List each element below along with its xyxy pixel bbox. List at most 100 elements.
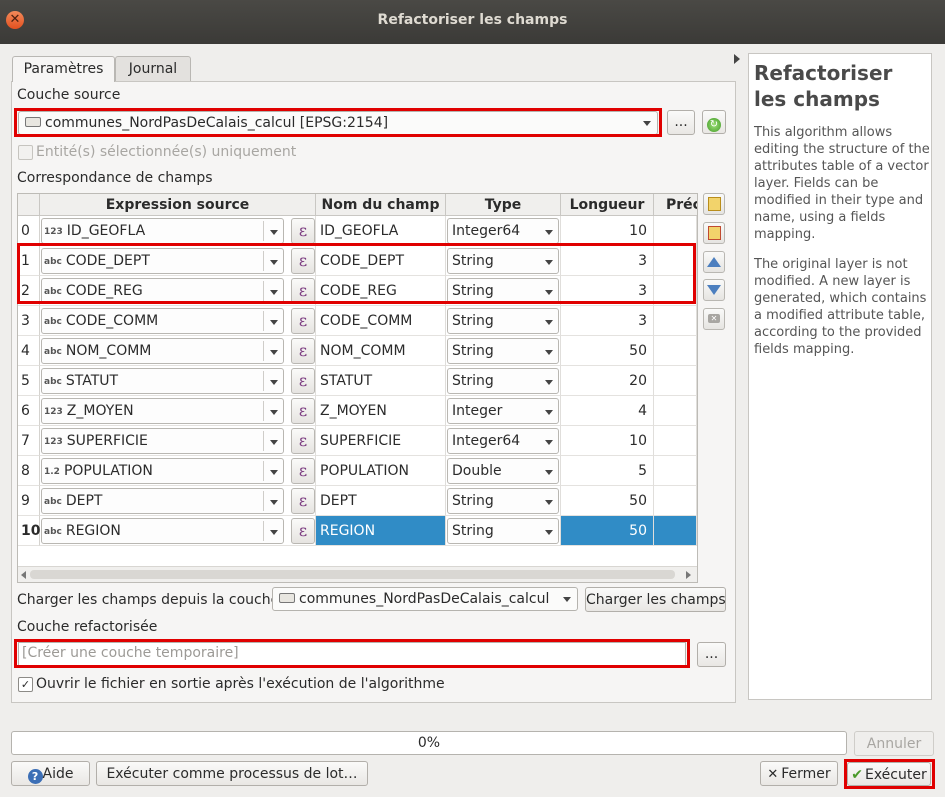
precision-cell[interactable] bbox=[654, 516, 697, 546]
type-combo[interactable]: Integer64 bbox=[447, 428, 559, 454]
length-cell[interactable]: 20 bbox=[561, 366, 654, 396]
expression-builder-button[interactable]: ε bbox=[291, 458, 315, 484]
field-name-cell[interactable]: NOM_COMM bbox=[316, 336, 446, 366]
row-index[interactable]: 5 bbox=[18, 366, 40, 396]
expression-combo[interactable]: 1.2 POPULATION bbox=[41, 458, 284, 484]
expression-builder-button[interactable]: ε bbox=[291, 428, 315, 454]
expression-builder-button[interactable]: ε bbox=[291, 518, 315, 544]
type-combo[interactable]: String bbox=[447, 518, 559, 544]
load-fields-layer-combo[interactable]: communes_NordPasDeCalais_calcul bbox=[272, 587, 578, 611]
length-cell[interactable]: 50 bbox=[561, 516, 654, 546]
precision-cell[interactable] bbox=[654, 426, 697, 456]
length-cell[interactable]: 50 bbox=[561, 486, 654, 516]
scrollbar-thumb[interactable] bbox=[30, 570, 675, 579]
header-name[interactable]: Nom du champ bbox=[316, 194, 446, 216]
expression-combo[interactable]: abc CODE_COMM bbox=[41, 308, 284, 334]
length-cell[interactable]: 50 bbox=[561, 336, 654, 366]
row-index[interactable]: 8 bbox=[18, 456, 40, 486]
expression-builder-button[interactable]: ε bbox=[291, 398, 315, 424]
precision-cell[interactable] bbox=[654, 366, 697, 396]
precision-cell[interactable] bbox=[654, 456, 697, 486]
epsilon-icon: ε bbox=[298, 221, 308, 240]
clear-button[interactable]: ✕ bbox=[703, 308, 725, 330]
expression-value: ID_GEOFLA bbox=[66, 223, 146, 239]
header-expression[interactable]: Expression source bbox=[40, 194, 316, 216]
precision-cell[interactable] bbox=[654, 486, 697, 516]
precision-cell[interactable] bbox=[654, 396, 697, 426]
iterate-button[interactable]: ↻ bbox=[702, 110, 726, 134]
header-precision[interactable]: Préc bbox=[654, 194, 697, 216]
output-browse-button[interactable]: ... bbox=[697, 642, 726, 667]
source-browse-button[interactable]: ... bbox=[667, 110, 695, 135]
row-index[interactable]: 3 bbox=[18, 306, 40, 336]
expression-combo[interactable]: abc REGION bbox=[41, 518, 284, 544]
selected-only-checkbox[interactable] bbox=[18, 145, 33, 160]
field-name-cell[interactable]: REGION bbox=[316, 516, 446, 546]
expression-combo[interactable]: abc NOM_COMM bbox=[41, 338, 284, 364]
expression-builder-button[interactable]: ε bbox=[291, 338, 315, 364]
delete-field-button[interactable] bbox=[703, 222, 725, 244]
move-up-button[interactable] bbox=[703, 251, 725, 273]
row-index[interactable]: 0 bbox=[18, 216, 40, 246]
load-fields-button[interactable]: Charger les champs bbox=[585, 587, 726, 612]
expression-builder-button[interactable]: ε bbox=[291, 218, 315, 244]
precision-cell[interactable] bbox=[654, 336, 697, 366]
row-index[interactable]: 9 bbox=[18, 486, 40, 516]
move-down-button[interactable] bbox=[703, 279, 725, 301]
length-cell[interactable]: 10 bbox=[561, 426, 654, 456]
row-index[interactable]: 4 bbox=[18, 336, 40, 366]
type-combo[interactable]: Double bbox=[447, 458, 559, 484]
chevron-down-icon bbox=[270, 530, 278, 535]
header-type[interactable]: Type bbox=[446, 194, 561, 216]
length-cell[interactable]: 4 bbox=[561, 396, 654, 426]
close-button[interactable]: ✕ Fermer bbox=[760, 761, 838, 786]
output-layer-label: Couche refactorisée bbox=[17, 619, 158, 635]
length-cell[interactable]: 3 bbox=[561, 306, 654, 336]
combo-divider bbox=[263, 461, 264, 481]
type-combo[interactable]: String bbox=[447, 308, 559, 334]
expression-combo[interactable]: 123 ID_GEOFLA bbox=[41, 218, 284, 244]
tab-journal[interactable]: Journal bbox=[115, 56, 191, 81]
row-index[interactable]: 10 bbox=[18, 516, 40, 546]
field-name-cell[interactable]: POPULATION bbox=[316, 456, 446, 486]
type-combo[interactable]: String bbox=[447, 368, 559, 394]
field-name-cell[interactable]: DEPT bbox=[316, 486, 446, 516]
expression-builder-button[interactable]: ε bbox=[291, 368, 315, 394]
field-name-cell[interactable]: Z_MOYEN bbox=[316, 396, 446, 426]
expression-combo[interactable]: 123 Z_MOYEN bbox=[41, 398, 284, 424]
batch-process-button[interactable]: Exécuter comme processus de lot… bbox=[96, 761, 368, 786]
type-combo[interactable]: Integer64 bbox=[447, 218, 559, 244]
expression-combo[interactable]: abc DEPT bbox=[41, 488, 284, 514]
tab-parametres[interactable]: Paramètres bbox=[12, 56, 115, 82]
cancel-button[interactable]: Annuler bbox=[854, 731, 934, 756]
precision-cell[interactable] bbox=[654, 306, 697, 336]
add-field-button[interactable] bbox=[703, 193, 725, 215]
row-index[interactable]: 7 bbox=[18, 426, 40, 456]
field-name-cell[interactable]: ID_GEOFLA bbox=[316, 216, 446, 246]
type-cell: Integer64 bbox=[446, 426, 561, 456]
type-combo[interactable]: String bbox=[447, 488, 559, 514]
field-name-cell[interactable]: CODE_COMM bbox=[316, 306, 446, 336]
expression-builder-button[interactable]: ε bbox=[291, 488, 315, 514]
chevron-down-icon bbox=[270, 410, 278, 415]
field-name-cell[interactable]: STATUT bbox=[316, 366, 446, 396]
row-index[interactable]: 6 bbox=[18, 396, 40, 426]
header-length[interactable]: Longueur bbox=[561, 194, 654, 216]
scroll-left-icon[interactable] bbox=[21, 571, 26, 579]
type-combo[interactable]: String bbox=[447, 338, 559, 364]
expression-combo[interactable]: 123 SUPERFICIE bbox=[41, 428, 284, 454]
length-cell[interactable]: 10 bbox=[561, 216, 654, 246]
epsilon-icon: ε bbox=[298, 461, 308, 480]
type-combo[interactable]: Integer bbox=[447, 398, 559, 424]
collapse-help-icon[interactable] bbox=[734, 54, 740, 64]
expression-builder-button[interactable]: ε bbox=[291, 308, 315, 334]
scroll-right-icon[interactable] bbox=[686, 571, 691, 579]
precision-cell[interactable] bbox=[654, 216, 697, 246]
expression-combo[interactable]: abc STATUT bbox=[41, 368, 284, 394]
help-button[interactable]: ? Aide bbox=[11, 761, 90, 786]
horizontal-scrollbar[interactable] bbox=[18, 566, 697, 582]
field-name-cell[interactable]: SUPERFICIE bbox=[316, 426, 446, 456]
chevron-down-icon bbox=[545, 350, 553, 355]
length-cell[interactable]: 5 bbox=[561, 456, 654, 486]
open-output-checkbox[interactable]: ✓ bbox=[18, 677, 33, 692]
